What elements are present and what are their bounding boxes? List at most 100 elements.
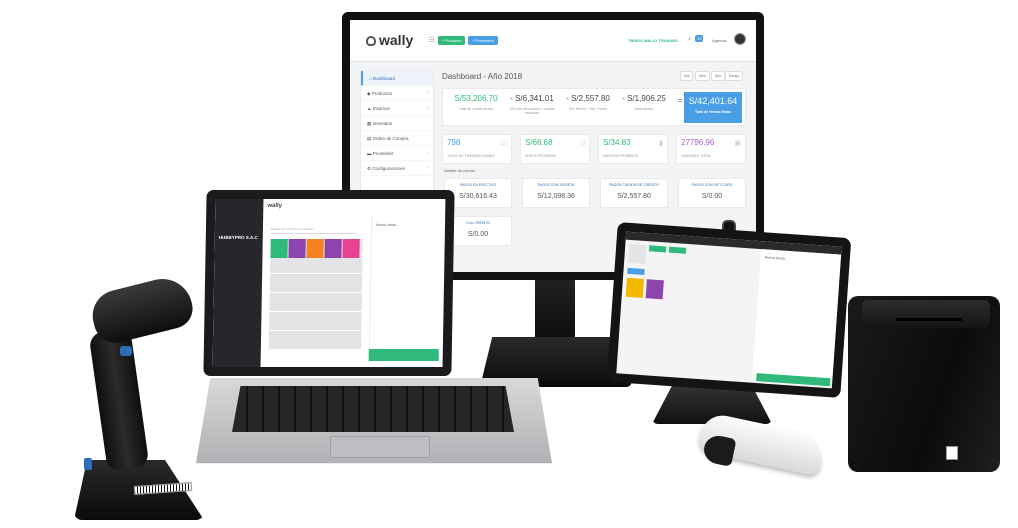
net-sales-value: S/42,401.64	[688, 96, 738, 106]
chevron-right-icon: ›	[426, 105, 428, 111]
payment-value: S/2,557.80	[617, 193, 651, 200]
laptop: HUBBYPRO S.A.C wally Buscar por nombre d…	[203, 190, 455, 376]
period-month-button[interactable]: Mes	[695, 71, 710, 81]
sidebar-item-dashboard[interactable]: ⌂ Dashboard	[361, 71, 433, 86]
sidebar-item-productos[interactable]: ◆ Productos ›	[361, 86, 433, 101]
sidebar-item-label: Proveedor	[372, 151, 394, 156]
stat-card-transactions: 798 TOTAL DE TRANSACCIONES ▭	[442, 134, 512, 164]
product-tile[interactable]	[625, 277, 644, 298]
sidebar-item-proveedor[interactable]: ▬ Proveedor ›	[361, 146, 433, 161]
sidebar-item-label: Orden de Compra	[372, 136, 409, 141]
monitor-neck	[535, 278, 575, 340]
payment-value: S/12,098.36	[537, 193, 575, 200]
sidebar-item-configuraciones[interactable]: ⚙ Configuraciones ›	[361, 161, 433, 176]
summary-igv: - S/6,341.01 IGV con devolución + ventas …	[505, 94, 559, 115]
product-tile[interactable]	[306, 239, 324, 258]
stat-card-units: 27796.96 UNIDADES TOTAL ▣	[676, 134, 746, 164]
product-tile[interactable]	[627, 267, 645, 276]
store-name[interactable]: TIENDA WALLY TRAINING	[628, 38, 678, 43]
stat-label: VENTA PROMEDIO	[525, 154, 557, 158]
sidebar-item-inventario[interactable]: ▦ Inventario	[361, 116, 433, 131]
payment-label: PAGOS CUENTA DE CRÉDITO	[609, 183, 659, 187]
pos-sidebar: HUBBYPRO S.A.C	[212, 199, 264, 367]
printer-lid	[862, 300, 990, 328]
cube-icon: ▣	[734, 140, 741, 147]
stat-value: 798	[447, 138, 461, 147]
payment-card-credit-account: PAGOS CUENTA DE CRÉDITO S/2,557.80	[600, 178, 668, 208]
product-collage: wally ☰ + Producto + Proveedor TIENDA WA…	[0, 0, 1018, 528]
order-panel: Nueva Venta	[368, 217, 446, 357]
product-tile[interactable]	[628, 243, 647, 265]
scanner-trigger	[120, 346, 132, 356]
page-title: Dashboard - Año 2018	[442, 72, 523, 81]
stat-label: UNIDADES TOTAL	[681, 154, 711, 158]
stat-card-avg-margin: S/34.83 MARGEN PROMEDIO ▮	[598, 134, 668, 164]
stat-value: 27796.96	[681, 138, 715, 147]
bell-icon[interactable]: ♪	[688, 36, 691, 42]
notification-badge[interactable]: 10	[695, 35, 704, 42]
bar-chart-icon: ▮	[659, 140, 663, 147]
product-tile[interactable]	[648, 245, 667, 253]
tablet-pos-screen: Nueva Venta	[616, 231, 842, 389]
summary-fund: - S/2,557.80 IGV Dinero + Ser. Fondo	[561, 94, 615, 111]
product-tile[interactable]	[288, 239, 306, 258]
period-range-button[interactable]: Rango	[725, 71, 744, 81]
product-tile[interactable]	[645, 279, 664, 300]
period-day-button[interactable]: Día	[680, 71, 694, 81]
tablet-product-grid	[621, 243, 755, 372]
product-tile[interactable]	[270, 239, 288, 258]
scanner-stand-neck	[88, 327, 150, 473]
chevron-right-icon: ›	[426, 150, 428, 156]
chevron-right-icon: ›	[426, 165, 428, 171]
company-name: HUBBYPRO S.A.C	[218, 235, 258, 240]
pos-screen: HUBBYPRO S.A.C wally Buscar por nombre d…	[212, 199, 446, 367]
product-tile[interactable]	[668, 246, 687, 254]
clipboard-icon: ▯	[581, 140, 585, 147]
payment-card-credit: O AL CRÉDITO S/0.00	[444, 216, 512, 246]
app-logo: wally	[267, 203, 283, 209]
order-title: Nueva Venta	[764, 255, 785, 261]
sidebar-item-label: Inventario	[372, 121, 393, 126]
product-tile[interactable]	[324, 239, 342, 258]
barcode-scanner	[87, 272, 197, 348]
summary-value: - S/1,906.25	[622, 94, 666, 103]
tablet: Nueva Venta	[606, 222, 852, 398]
sidebar-item-insumos[interactable]: ▲ Insumos ›	[361, 101, 433, 116]
sidebar-item-label: Configuraciones	[372, 166, 405, 171]
payment-card-gift-card: PAGOS CON GIFT CARD S/0.00	[678, 178, 746, 208]
payment-label: PAGOS CON TARJETA	[537, 183, 575, 187]
stat-value: S/34.83	[603, 138, 631, 147]
menu-icon[interactable]: ☰	[428, 36, 434, 44]
cloud-icon	[366, 36, 376, 46]
printer-label	[946, 446, 958, 460]
summary-label: Descuentos	[634, 107, 654, 111]
product-search-input[interactable]: Buscar por nombre de producto	[270, 227, 357, 234]
payment-card-card: PAGOS CON TARJETA S/12,098.36	[522, 178, 590, 208]
payment-value: S/30,616.43	[459, 193, 497, 200]
user-name[interactable]: Agencia	[712, 38, 726, 43]
payment-label: PAGOS CON GIFT CARD	[691, 183, 733, 187]
laptop-keyboard	[232, 386, 514, 432]
stat-card-avg-sale: S/66.68 VENTA PROMEDIO ▯	[520, 134, 590, 164]
cart-icon: ▭	[500, 140, 507, 147]
sidebar-item-orden-compra[interactable]: ▤ Orden de Compra	[361, 131, 433, 146]
avatar[interactable]	[734, 33, 746, 45]
paper-slot	[896, 318, 962, 321]
product-tile[interactable]	[342, 239, 360, 258]
stat-label: MARGEN PROMEDIO	[603, 154, 639, 158]
app-logo[interactable]: wally	[366, 32, 413, 48]
summary-value: S/53,206.70	[454, 94, 498, 103]
net-sales-label: Total de Ventas Netas	[695, 110, 731, 114]
equals-sign: =	[678, 98, 683, 105]
pay-button[interactable]	[368, 349, 439, 361]
summary-label: IGV Dinero + Ser. Fondo	[568, 107, 608, 111]
payment-label: PAGOS EN EFECTIVO	[459, 183, 497, 187]
add-supplier-button[interactable]: + Proveedor	[468, 36, 498, 45]
section-heading: Detalle de cobros	[444, 168, 476, 173]
period-year-button[interactable]: Año	[711, 71, 726, 81]
sidebar-item-label: Insumos	[372, 106, 390, 111]
add-product-button[interactable]: + Producto	[438, 36, 466, 45]
sidebar-item-label: Productos	[371, 91, 392, 96]
tablet-order-panel: Nueva Venta	[752, 249, 842, 385]
summary-label: Total de ventas brutas	[458, 107, 494, 111]
